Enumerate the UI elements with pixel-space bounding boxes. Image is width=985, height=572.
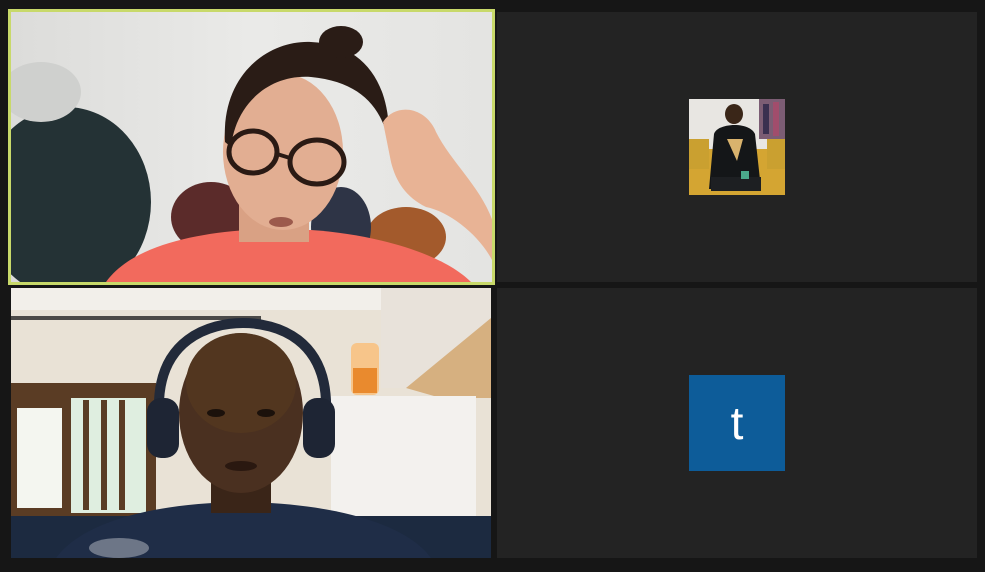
- participant-tile[interactable]: [11, 288, 491, 558]
- participant-tile[interactable]: [497, 12, 977, 282]
- avatar-letter: t: [730, 397, 744, 449]
- profile-photo: [689, 99, 785, 195]
- participant-tile-active-speaker[interactable]: [8, 9, 495, 285]
- participant-tile[interactable]: t: [497, 288, 977, 558]
- participant-avatar: t: [689, 375, 785, 471]
- gallery-view: t: [0, 0, 985, 572]
- participant-video-feed: [11, 288, 491, 558]
- participant-video-feed: [11, 12, 492, 282]
